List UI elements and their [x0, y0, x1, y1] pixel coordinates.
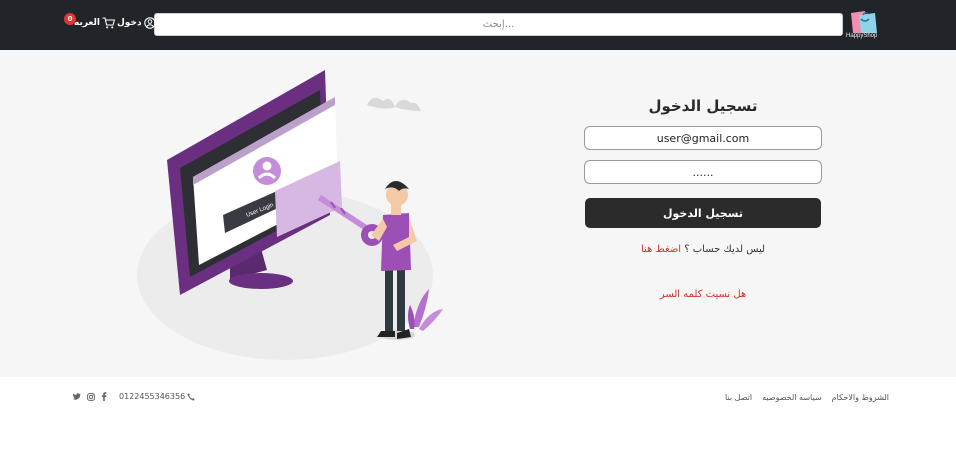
- footer-link-contact[interactable]: اتصل بنا: [725, 393, 752, 402]
- user-icon: [143, 17, 156, 29]
- cart-link[interactable]: العربه: [74, 17, 115, 29]
- login-submit-button[interactable]: تسجيل الدخول: [585, 198, 821, 228]
- phone-number: 0122455346356: [119, 392, 186, 401]
- footer-link-terms[interactable]: الشروط والاحكام: [832, 393, 889, 402]
- forgot-password-link[interactable]: هل نسيت كلمه السر: [585, 289, 821, 300]
- email-field[interactable]: [584, 126, 822, 150]
- search-input[interactable]: [154, 13, 843, 36]
- signup-link[interactable]: اضغط هنا: [641, 244, 681, 255]
- login-title: تسجيل الدخول: [648, 97, 758, 115]
- cart-label: العربه: [74, 18, 100, 28]
- no-account-text: ليس لديك حساب ؟: [684, 244, 766, 255]
- footer-contact: 0122455346356: [72, 392, 195, 401]
- facebook-icon[interactable]: [101, 392, 107, 401]
- logo-text: HappyShop: [846, 33, 878, 39]
- twitter-icon[interactable]: [72, 392, 81, 401]
- login-label: دخول: [117, 18, 142, 28]
- site-footer: الشروط والاحكام سياسه الخصوصيه اتصل بنا …: [0, 377, 956, 449]
- cart-icon: [102, 17, 115, 29]
- instagram-icon[interactable]: [87, 392, 95, 401]
- signup-prompt: ليس لديك حساب ؟ اضغط هنا: [585, 244, 821, 255]
- login-illustration: User Login: [135, 65, 445, 365]
- password-field[interactable]: [584, 160, 822, 184]
- phone-icon: [187, 392, 195, 401]
- cart-count-badge: 0: [64, 13, 76, 25]
- login-link[interactable]: دخول: [117, 17, 156, 29]
- top-navbar: HappyShop دخول العربه 0: [0, 0, 956, 50]
- footer-links: الشروط والاحكام سياسه الخصوصيه اتصل بنا: [725, 393, 889, 402]
- footer-link-privacy[interactable]: سياسه الخصوصيه: [762, 393, 821, 402]
- footer-phone: 0122455346356: [119, 392, 195, 401]
